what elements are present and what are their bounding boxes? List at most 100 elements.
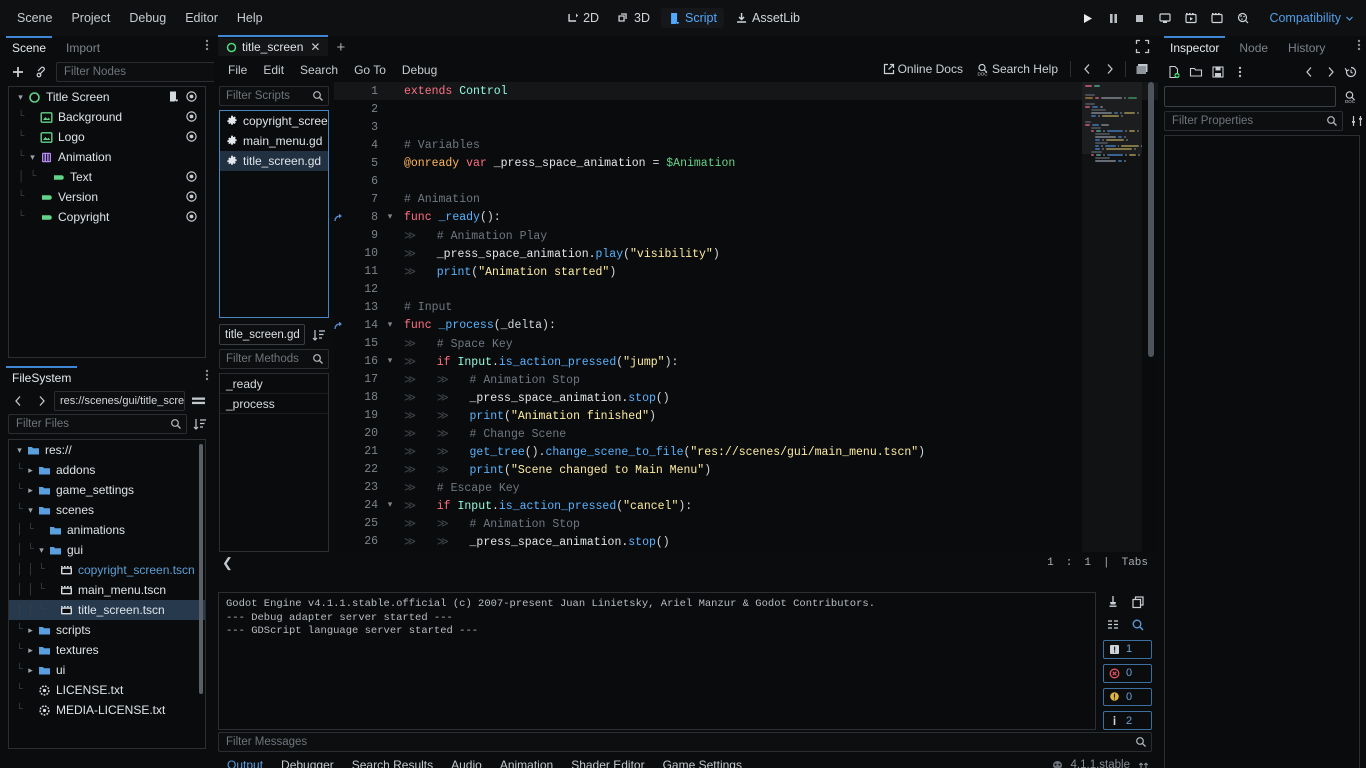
bottom-tab-shader-editor[interactable]: Shader Editor xyxy=(562,755,653,768)
nav-back-icon[interactable] xyxy=(8,391,28,411)
filesystem-item[interactable]: └▸textures xyxy=(9,640,205,660)
bottom-tab-audio[interactable]: Audio xyxy=(442,755,491,768)
play-scene-icon[interactable] xyxy=(1205,6,1229,30)
counter-info[interactable]: 2 xyxy=(1103,711,1152,730)
bottom-tab-output[interactable]: Output xyxy=(218,755,272,768)
node-visibility-icon[interactable] xyxy=(185,90,199,104)
new-script-tab-button[interactable]: + xyxy=(328,37,353,58)
menu-editor[interactable]: Editor xyxy=(176,7,227,29)
counter-error[interactable]: 0 xyxy=(1103,664,1152,683)
filesystem-item[interactable]: │└▾gui xyxy=(9,540,205,560)
code-editor[interactable]: 1extends Control234# Variables5@onready … xyxy=(334,82,1158,552)
code-line[interactable]: 9≫ # Animation Play xyxy=(334,226,1158,244)
fold-toggle[interactable]: ▾ xyxy=(382,212,398,222)
stop-icon[interactable] xyxy=(1127,6,1151,30)
code-line[interactable]: 17≫ ≫ # Animation Stop xyxy=(334,370,1158,388)
filesystem-item[interactable]: ││└copyright_screen.tscn xyxy=(9,560,205,580)
filesystem-dock-menu-icon[interactable] xyxy=(205,368,209,382)
dock-tab-import[interactable]: Import xyxy=(56,39,110,58)
tree-expander[interactable]: ▸ xyxy=(25,645,36,656)
code-minimap[interactable] xyxy=(1082,82,1142,552)
copy-output-icon[interactable] xyxy=(1128,592,1148,612)
history-back-icon[interactable] xyxy=(1077,59,1097,79)
code-line[interactable]: 16▾≫ if Input.is_action_pressed("jump"): xyxy=(334,352,1158,370)
search-output-icon[interactable] xyxy=(1128,615,1148,635)
tab-inspector[interactable]: Inspector xyxy=(1160,39,1229,58)
script-menu-search[interactable]: Search xyxy=(292,60,346,80)
filesystem-item[interactable]: └▸game_settings xyxy=(9,480,205,500)
filesystem-item[interactable]: └▾scenes xyxy=(9,500,205,520)
inspector-dock-menu-icon[interactable] xyxy=(1357,38,1361,52)
code-line[interactable]: 26≫ ≫ _press_space_animation.stop() xyxy=(334,532,1158,550)
inspector-properties-panel[interactable] xyxy=(1164,135,1360,768)
filter-scripts-field[interactable] xyxy=(219,86,329,106)
nav-forward-icon[interactable] xyxy=(31,391,51,411)
update-spinner-icon[interactable] xyxy=(1137,759,1150,768)
search-help-button[interactable]: DOC Search Help xyxy=(971,59,1064,79)
close-icon[interactable]: ✕ xyxy=(310,40,320,54)
tab-history[interactable]: History xyxy=(1278,39,1335,58)
play-icon[interactable] xyxy=(1075,6,1099,30)
code-line[interactable]: 21≫ ≫ get_tree().change_scene_to_file("r… xyxy=(334,442,1158,460)
function-marker-icon[interactable] xyxy=(334,212,356,223)
tab-2d[interactable]: 2D xyxy=(559,8,606,28)
new-resource-icon[interactable] xyxy=(1164,62,1184,82)
menu-project[interactable]: Project xyxy=(62,7,119,29)
fold-toggle[interactable]: ▾ xyxy=(382,500,398,510)
filesystem-item-selected[interactable]: ││└title_screen.tscn xyxy=(9,600,205,620)
script-tab-title-screen[interactable]: title_screen ✕ xyxy=(218,38,328,56)
filter-nodes-field[interactable] xyxy=(56,62,235,82)
menu-debug[interactable]: Debug xyxy=(120,7,175,29)
bottom-tab-search-results[interactable]: Search Results xyxy=(343,755,442,768)
status-expand-icon[interactable]: ❮ xyxy=(222,556,233,571)
bottom-tab-animation[interactable]: Animation xyxy=(491,755,562,768)
code-line[interactable]: 1extends Control xyxy=(334,82,1158,100)
script-menu-goto[interactable]: Go To xyxy=(346,60,394,80)
code-line[interactable]: 24▾≫ if Input.is_action_pressed("cancel"… xyxy=(334,496,1158,514)
pause-icon[interactable] xyxy=(1101,6,1125,30)
filesystem-item[interactable]: │└animations xyxy=(9,520,205,540)
filter-files-input[interactable] xyxy=(16,418,170,430)
tree-expander[interactable]: ▸ xyxy=(25,665,36,676)
method-list-item[interactable]: _process xyxy=(220,394,328,414)
tab-assetlib[interactable]: AssetLib xyxy=(728,8,807,28)
toggle-scripts-panel-icon[interactable] xyxy=(1132,59,1152,79)
counter-log[interactable]: 1 xyxy=(1103,640,1152,659)
script-menu-file[interactable]: File xyxy=(220,60,255,80)
code-scrollbar[interactable] xyxy=(1148,82,1154,357)
code-line[interactable]: 12 xyxy=(334,280,1158,298)
filesystem-item[interactable]: └▸addons xyxy=(9,460,205,480)
instantiate-scene-icon[interactable] xyxy=(32,62,52,82)
script-list-item[interactable]: main_menu.gd xyxy=(220,131,328,151)
code-line[interactable]: 22≫ ≫ print("Scene changed to Main Menu"… xyxy=(334,460,1158,478)
dock-tab-filesystem[interactable]: FileSystem xyxy=(2,369,81,388)
code-line[interactable]: 2 xyxy=(334,100,1158,118)
inspector-settings-icon[interactable] xyxy=(1347,111,1366,131)
code-line[interactable]: 18≫ ≫ _press_space_animation.stop() xyxy=(334,388,1158,406)
node-visibility-icon[interactable] xyxy=(185,210,199,224)
filesystem-item[interactable]: └MEDIA-LICENSE.txt xyxy=(9,700,205,720)
filesystem-item[interactable]: └LICENSE.txt xyxy=(9,680,205,700)
sort-files-icon[interactable] xyxy=(190,414,210,434)
clear-output-icon[interactable] xyxy=(1103,592,1123,612)
code-line[interactable]: 23≫ # Escape Key xyxy=(334,478,1158,496)
menu-help[interactable]: Help xyxy=(228,7,272,29)
script-menu-debug[interactable]: Debug xyxy=(394,60,445,80)
filesystem-item[interactable]: ▾res:// xyxy=(9,440,205,460)
tree-expander[interactable]: ▾ xyxy=(14,445,25,456)
scene-tree-node[interactable]: ▾Title Screen xyxy=(9,87,205,107)
filesystem-path-field[interactable]: res://scenes/gui/title_screen. xyxy=(54,391,185,411)
scene-tree-node[interactable]: └Version xyxy=(9,187,205,207)
fold-toggle[interactable]: ▾ xyxy=(382,320,398,330)
save-resource-icon[interactable] xyxy=(1208,62,1228,82)
run-current-scene-icon[interactable] xyxy=(1153,6,1177,30)
code-line[interactable]: 10≫ _press_space_animation.play("visibil… xyxy=(334,244,1158,262)
tab-script[interactable]: Script xyxy=(661,8,724,28)
code-line[interactable]: 4# Variables xyxy=(334,136,1158,154)
history-back-icon[interactable] xyxy=(1299,62,1319,82)
movie-writer-icon[interactable] xyxy=(1179,6,1203,30)
renderer-selector[interactable]: Compatibility xyxy=(1263,8,1360,28)
node-visibility-icon[interactable] xyxy=(185,190,199,204)
filter-files-field[interactable] xyxy=(8,414,187,434)
indent-mode[interactable]: Tabs xyxy=(1122,557,1148,569)
